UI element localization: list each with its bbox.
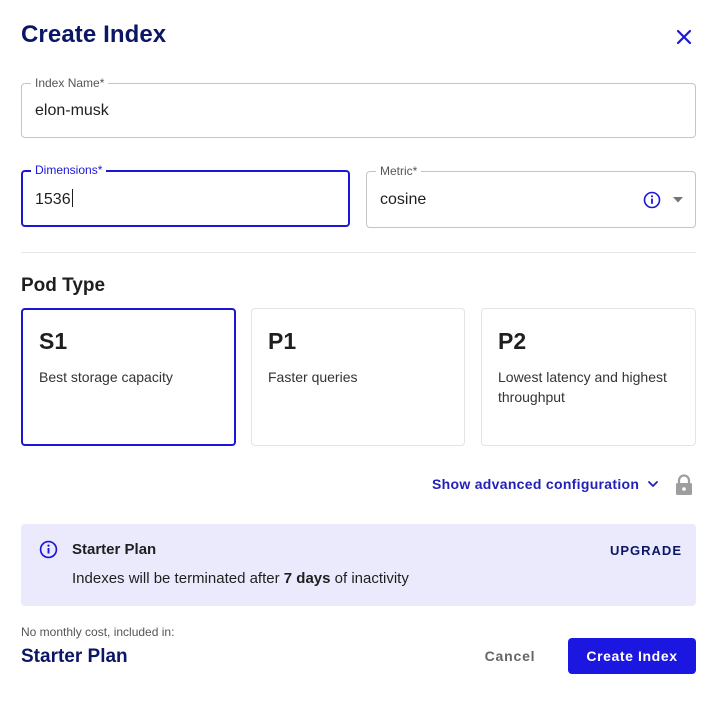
metric-label: Metric* — [376, 164, 422, 178]
pod-name: P1 — [268, 328, 297, 354]
index-name-label: Index Name* — [31, 76, 109, 90]
pod-option-s1[interactable]: S1 Best storage capacity — [21, 308, 236, 446]
dimensions-value: 1536 — [35, 188, 73, 208]
cost-label: No monthly cost, included in: — [21, 625, 175, 639]
metric-value: cosine — [380, 190, 427, 208]
advanced-config-label: Show advanced configuration — [432, 476, 640, 492]
pod-description: Best storage capacity — [39, 369, 173, 385]
banner-text: Indexes will be terminated after 7 days … — [72, 570, 409, 587]
pod-option-p2[interactable]: P2 Lowest latency and highest throughput — [481, 308, 696, 446]
text-caret — [71, 188, 73, 207]
dropdown-arrow-icon[interactable] — [673, 196, 683, 203]
lock-icon — [676, 474, 692, 495]
index-name-value: elon-musk — [35, 101, 109, 119]
create-index-button[interactable]: Create Index — [568, 638, 696, 674]
dimensions-label: Dimensions* — [31, 163, 107, 177]
info-icon — [39, 540, 58, 559]
create-index-dialog: Create Index Index Name* elon-musk Dimen… — [0, 0, 713, 713]
divider — [21, 252, 696, 253]
show-advanced-configuration-button[interactable]: Show advanced configuration — [432, 476, 659, 492]
banner-title: Starter Plan — [72, 541, 157, 558]
dimensions-field[interactable]: Dimensions* 1536 — [21, 163, 350, 227]
pod-option-p1[interactable]: P1 Faster queries — [251, 308, 465, 446]
pod-name: S1 — [39, 328, 68, 354]
pod-description: Lowest latency and highest throughput — [498, 369, 667, 405]
chevron-down-icon — [648, 481, 659, 487]
info-icon[interactable] — [643, 191, 661, 209]
close-icon — [676, 29, 692, 45]
index-name-field[interactable]: Index Name* elon-musk — [21, 76, 696, 138]
metric-select[interactable]: Metric* cosine — [366, 164, 696, 228]
cancel-button[interactable]: Cancel — [474, 638, 546, 674]
plan-name: Starter Plan — [21, 646, 128, 667]
dialog-title: Create Index — [21, 21, 167, 48]
upgrade-button[interactable]: UPGRADE — [610, 543, 682, 558]
pod-type-title: Pod Type — [21, 275, 106, 296]
pod-description: Faster queries — [268, 369, 358, 385]
pod-name: P2 — [498, 328, 527, 354]
close-button[interactable] — [671, 24, 697, 50]
starter-plan-banner: Starter Plan Indexes will be terminated … — [21, 524, 696, 606]
